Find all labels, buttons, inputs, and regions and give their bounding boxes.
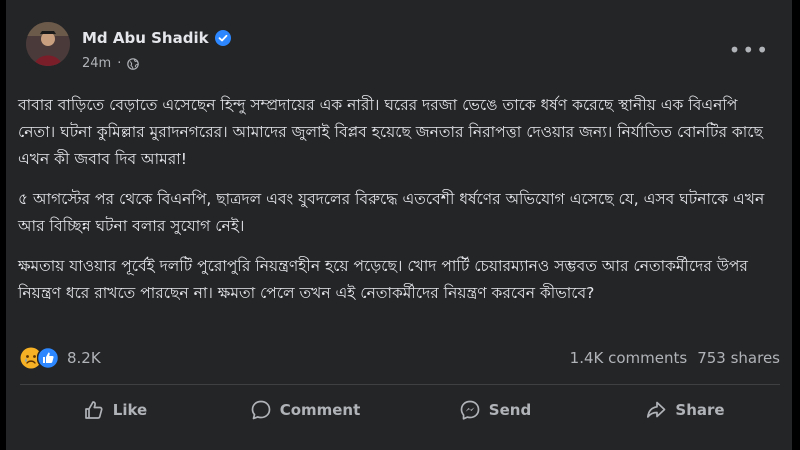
reaction-bar: 8.2K 1.4K comments 753 shares (20, 345, 780, 371)
shares-count[interactable]: 753 shares (697, 349, 780, 367)
more-options-icon[interactable]: ••• (729, 38, 770, 62)
dot-separator: · (117, 56, 122, 71)
comment-button[interactable]: Comment (210, 392, 400, 428)
share-label: Share (675, 401, 725, 419)
author-avatar[interactable] (26, 22, 70, 66)
post-body: বাবার বাড়িতে বেড়াতে এসেছেন হিন্দু সম্প… (18, 92, 778, 320)
like-react-icon (37, 347, 59, 369)
post-paragraph-3: ক্ষমতায় যাওয়ার পূর্বেই দলটি পুরোপুরি ন… (18, 257, 748, 302)
thumbs-up-icon (84, 401, 103, 419)
globe-icon[interactable] (127, 57, 140, 70)
reaction-icons[interactable] (20, 347, 59, 369)
reaction-count[interactable]: 8.2K (67, 349, 101, 367)
action-divider (20, 384, 780, 385)
send-button[interactable]: Send (400, 392, 590, 428)
comment-label: Comment (279, 401, 361, 419)
author-name[interactable]: Md Abu Shadik (82, 29, 209, 47)
post-stats: 1.4K comments 753 shares (570, 349, 780, 367)
post-card: Md Abu Shadik 24m · ••• বাবার বাড়িতে বে… (6, 0, 792, 450)
post-paragraph-2: ৫ আগস্টের পর থেকে বিএনপি, ছাত্রদল এবং যু… (18, 190, 765, 235)
comments-count[interactable]: 1.4K comments (570, 349, 688, 367)
share-button[interactable]: Share (590, 392, 780, 428)
post-paragraph-1: বাবার বাড়িতে বেড়াতে এসেছেন হিন্দু সম্প… (18, 96, 763, 168)
post-timestamp[interactable]: 24m (82, 56, 111, 71)
messenger-icon (460, 400, 480, 420)
post-actions: Like Comment Send Share (20, 392, 780, 428)
post-meta: 24m · (82, 56, 140, 71)
author-name-row: Md Abu Shadik (82, 29, 231, 47)
comment-icon (251, 400, 271, 420)
send-label: Send (488, 401, 532, 419)
verified-badge-icon (214, 30, 231, 46)
like-button[interactable]: Like (20, 392, 210, 428)
like-label: Like (112, 401, 148, 419)
share-arrow-icon (647, 401, 666, 418)
